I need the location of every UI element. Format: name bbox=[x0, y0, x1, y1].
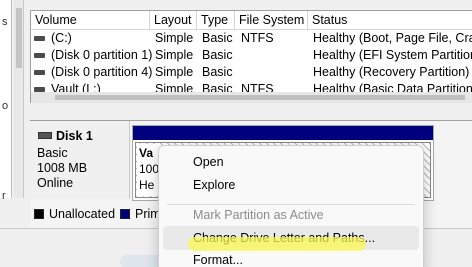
primary-partition-bar bbox=[133, 126, 433, 140]
legend-label-primary: Prim bbox=[135, 207, 161, 221]
cell-volume: (Disk 0 partition 4) bbox=[51, 65, 153, 79]
left-navigation-pane[interactable]: s o r bbox=[0, 0, 12, 202]
column-header-volume[interactable]: Volume bbox=[31, 11, 150, 30]
cell-file-system: NTFS bbox=[241, 82, 274, 92]
partition-status: He bbox=[139, 178, 155, 192]
table-row[interactable]: Vault (L:) Simple Basic NTFS Healthy (Ba… bbox=[31, 81, 472, 92]
cell-volume: (C:) bbox=[51, 31, 72, 45]
menu-item-mark-partition-active: Mark Partition as Active bbox=[193, 208, 324, 222]
cell-type: Basic bbox=[202, 65, 233, 79]
partition-size: 100 bbox=[139, 162, 160, 176]
left-pane-scrollbar[interactable] bbox=[14, 0, 24, 198]
column-header-layout[interactable]: Layout bbox=[150, 11, 197, 30]
legend-label-unallocated: Unallocated bbox=[49, 207, 116, 221]
left-pane-text: o bbox=[2, 100, 9, 112]
scrollbar-thumb[interactable] bbox=[16, 8, 22, 68]
cell-file-system: NTFS bbox=[241, 31, 274, 45]
left-pane-text: s bbox=[2, 16, 8, 28]
cell-status: Healthy (Boot, Page File, Crash bbox=[313, 31, 472, 45]
column-header-status[interactable]: Status bbox=[308, 11, 472, 30]
cell-type: Basic bbox=[202, 31, 233, 45]
menu-item-open[interactable]: Open bbox=[163, 150, 419, 174]
cell-layout: Simple bbox=[155, 82, 194, 92]
table-row[interactable]: (C:) Simple Basic NTFS Healthy (Boot, Pa… bbox=[31, 30, 472, 47]
disk-type: Basic bbox=[37, 146, 68, 160]
disk-size: 1008 MB bbox=[37, 161, 88, 175]
cell-status: Healthy (EFI System Partition) bbox=[313, 48, 472, 62]
partition-name: Va bbox=[139, 146, 154, 160]
cell-layout: Simple bbox=[155, 48, 194, 62]
left-pane-container: s o r bbox=[0, 0, 28, 267]
table-horizontal-scrollbar[interactable] bbox=[30, 92, 472, 103]
cell-type: Basic bbox=[202, 48, 233, 62]
cell-volume: Vault (L:) bbox=[51, 82, 101, 92]
legend-swatch-unallocated bbox=[34, 209, 44, 219]
table-header: Volume Layout Type File System Status bbox=[31, 11, 472, 30]
column-header-type[interactable]: Type bbox=[197, 11, 235, 30]
highlighter-mark bbox=[188, 237, 366, 251]
menu-item-explore[interactable]: Explore bbox=[163, 173, 419, 197]
table-row[interactable]: (Disk 0 partition 4) Simple Basic Health… bbox=[31, 64, 472, 81]
cell-status: Healthy (Basic Data Partition) bbox=[313, 82, 472, 92]
left-pane-text: r bbox=[2, 190, 6, 202]
disk-icon bbox=[38, 132, 52, 139]
table-row[interactable]: (Disk 0 partition 1) Simple Basic Health… bbox=[31, 47, 472, 64]
disk-state: Online bbox=[37, 176, 74, 190]
cell-type: Basic bbox=[202, 82, 233, 92]
volume-icon bbox=[34, 36, 45, 41]
disk-label-panel[interactable]: Disk 1 Basic 1008 MB Online bbox=[30, 121, 130, 199]
cell-volume: (Disk 0 partition 1) bbox=[51, 48, 153, 62]
column-header-file-system[interactable]: File System bbox=[235, 11, 308, 30]
cell-layout: Simple bbox=[155, 65, 194, 79]
scrollbar-thumb[interactable] bbox=[55, 95, 465, 100]
cell-layout: Simple bbox=[155, 31, 194, 45]
disk-name: Disk 1 bbox=[56, 129, 93, 143]
volume-icon bbox=[34, 53, 45, 58]
volume-table: Volume Layout Type File System Status (C… bbox=[30, 10, 472, 92]
cell-status: Healthy (Recovery Partition) bbox=[313, 65, 470, 79]
volume-icon bbox=[34, 70, 45, 75]
legend-swatch-primary bbox=[120, 209, 130, 219]
